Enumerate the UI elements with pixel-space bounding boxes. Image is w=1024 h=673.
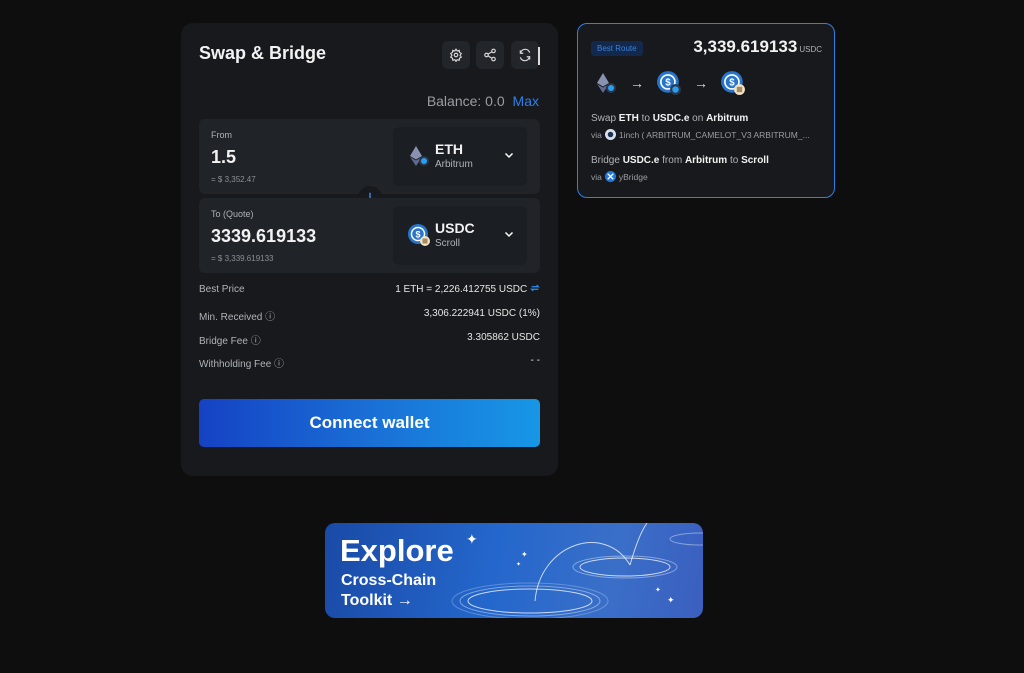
chevron-down-icon — [504, 231, 514, 238]
chevron-down-icon — [504, 152, 514, 159]
usdc-scroll-icon: $ — [721, 71, 745, 95]
banner-subtitle: Cross-Chain Toolkit → — [341, 571, 436, 611]
best-route-badge: Best Route — [591, 41, 643, 56]
swap-bridge-card: Swap & Bridge Balance: 0.0 Max From 1.5 … — [181, 23, 558, 476]
svg-text:$: $ — [665, 78, 671, 89]
page-title: Swap & Bridge — [199, 43, 327, 63]
share-button[interactable] — [476, 41, 504, 69]
route-step-bridge-via: via yBridge — [591, 171, 648, 182]
banner-title: Explore — [340, 533, 454, 568]
from-amount-input[interactable]: 1.5 — [211, 147, 236, 168]
route-step-swap-via: via 1inch ( ARBITRUM_CAMELOT_V3 ARBITRUM… — [591, 129, 810, 140]
best-price-row: Best Price 1 ETH = 2,226.412755 USDC — [199, 284, 540, 295]
sparkle-icon: ✦ — [655, 587, 661, 594]
route-amount: 3,339.619133 USDC — [693, 37, 822, 57]
sparkle-icon: ✦ — [667, 595, 675, 605]
from-label: From — [211, 130, 232, 140]
route-step-bridge: Bridge USDC.e from Arbitrum to Scroll — [591, 155, 769, 166]
banner-subtitle-line1: Cross-Chain — [341, 572, 437, 589]
bridge-fee-row: Bridge Fee ⓘ 3.305862 USDC — [199, 332, 540, 347]
svg-text:$: $ — [415, 230, 420, 240]
usdc-token-icon: $ — [408, 224, 430, 246]
to-panel: To (Quote) 3339.619133 = $ 3,339.619133 … — [199, 198, 540, 273]
info-value: 3,306.222941 USDC (1%) — [423, 308, 540, 319]
from-panel: From 1.5 = $ 3,352.47 ETH Arbitrum — [199, 119, 540, 194]
route-amount-value: 3,339.619133 — [693, 37, 798, 56]
route-amount-unit: USDC — [799, 45, 822, 54]
from-token-name: ETH — [435, 141, 463, 157]
connect-wallet-button[interactable]: Connect wallet — [199, 399, 540, 447]
via-protocol: yBridge — [618, 171, 648, 182]
info-value: 3.305862 USDC — [467, 332, 540, 343]
arrow-right-icon: → — [694, 75, 708, 91]
info-value: - - — [530, 355, 540, 366]
usdc-arbitrum-icon: $ — [657, 71, 681, 95]
eth-arbitrum-icon — [597, 73, 616, 93]
1inch-icon — [604, 129, 616, 140]
gear-icon — [449, 48, 463, 62]
refresh-button[interactable] — [511, 41, 539, 69]
sparkle-icon: ✦ — [516, 562, 522, 568]
to-token-chain: Scroll — [435, 238, 461, 249]
withholding-fee-row: Withholding Fee ⓘ - - — [199, 355, 540, 370]
info-label: Best Price — [199, 284, 245, 295]
explore-toolkit-banner[interactable]: ✦ ✦ ✦ ✦ ✦ Explore Cross-Chain Toolkit → — [325, 523, 703, 618]
info-icon[interactable]: ⓘ — [265, 312, 275, 323]
info-label: Bridge Fee — [199, 336, 248, 347]
swap-rate-icon[interactable] — [530, 284, 540, 292]
to-usd-value: = $ 3,339.619133 — [211, 254, 274, 263]
info-value: 1 ETH = 2,226.412755 USDC — [395, 284, 528, 295]
info-label: Min. Received — [199, 312, 263, 323]
to-token-name: USDC — [435, 220, 475, 236]
from-token-chain: Arbitrum — [435, 159, 473, 170]
arrow-right-icon: → — [630, 75, 644, 91]
to-token-selector[interactable]: $ USDC Scroll — [393, 206, 527, 265]
sparkle-icon: ✦ — [466, 531, 478, 547]
sparkle-icon: ✦ — [521, 550, 528, 559]
via-protocol: 1inch ( ARBITRUM_CAMELOT_V3 ARBITRUM_... — [618, 129, 810, 140]
route-path: → $ → $ — [594, 70, 746, 96]
svg-text:$: $ — [729, 78, 735, 89]
route-step-swap: Swap ETH to USDC.e on Arbitrum — [591, 113, 749, 124]
best-route-card[interactable]: Best Route 3,339.619133 USDC → $ → $ Swap… — [577, 23, 835, 198]
max-button[interactable]: Max — [513, 93, 539, 109]
eth-token-icon — [410, 146, 429, 166]
from-usd-value: = $ 3,352.47 — [211, 175, 256, 184]
balance: Balance: 0.0 Max — [427, 93, 539, 109]
info-icon[interactable]: ⓘ — [274, 359, 284, 370]
share-icon — [484, 48, 496, 62]
ybridge-icon — [604, 171, 616, 182]
refresh-icon — [519, 48, 531, 62]
via-label: via — [591, 129, 602, 140]
from-token-selector[interactable]: ETH Arbitrum — [393, 127, 527, 186]
to-amount: 3339.619133 — [211, 226, 317, 246]
info-label: Withholding Fee — [199, 359, 272, 370]
min-received-row: Min. Received ⓘ 3,306.222941 USDC (1%) — [199, 308, 540, 323]
banner-subtitle-line2: Toolkit → — [341, 592, 413, 609]
to-label: To (Quote) — [211, 209, 254, 219]
info-icon[interactable]: ⓘ — [251, 336, 261, 347]
refresh-countdown-bar — [538, 47, 540, 65]
via-label: via — [591, 171, 602, 182]
balance-label: Balance: 0.0 — [426, 93, 505, 109]
settings-button[interactable] — [442, 41, 470, 69]
